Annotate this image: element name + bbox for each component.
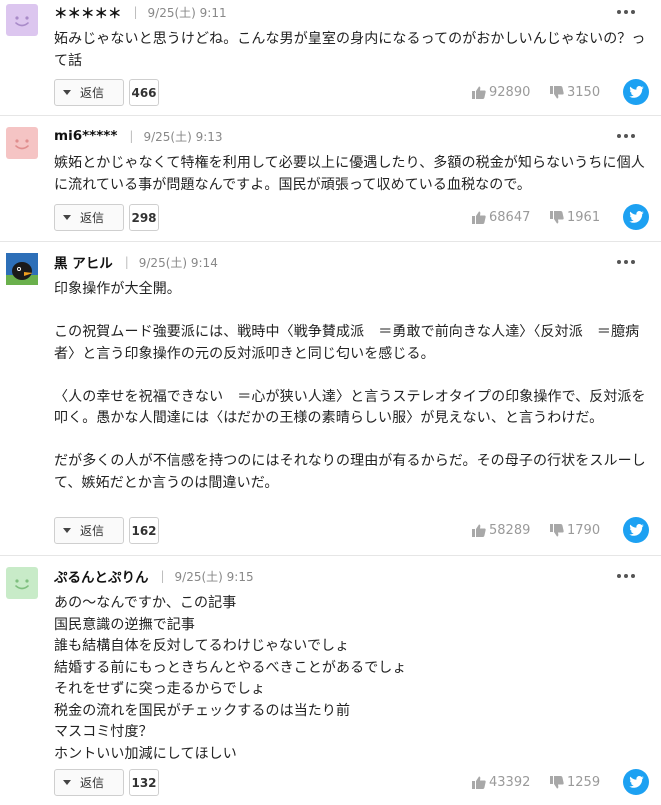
separator: | <box>133 5 138 19</box>
thumbs-up-icon <box>472 211 486 224</box>
reply-label: 返信 <box>80 211 105 225</box>
reply-count[interactable]: 162 <box>129 517 159 544</box>
dislike-button[interactable]: 1259 <box>550 772 600 792</box>
like-button[interactable]: 68647 <box>472 207 530 227</box>
twitter-icon <box>628 524 644 536</box>
reply-button[interactable]: 返信 <box>54 204 124 231</box>
like-button[interactable]: 58289 <box>472 520 530 540</box>
timestamp: 9/25(土) 9:11 <box>147 5 227 20</box>
comment-actions: 返信 132 43392 1259 <box>54 769 651 796</box>
timestamp: 9/25(土) 9:13 <box>143 129 223 144</box>
dislike-count: 1790 <box>567 522 601 538</box>
thumbs-up-icon <box>472 776 486 789</box>
like-button[interactable]: 92890 <box>472 82 530 102</box>
twitter-share-button[interactable] <box>623 204 649 230</box>
avatar[interactable] <box>6 567 38 599</box>
dislike-count: 1259 <box>567 774 601 790</box>
reply-count[interactable]: 298 <box>129 204 159 231</box>
username[interactable]: mi6***** <box>54 128 117 144</box>
thumbs-up-icon <box>472 86 486 99</box>
comment-header: ＊＊＊＊＊ | 9/25(土) 9:11 <box>54 2 227 22</box>
more-options-icon[interactable] <box>612 566 640 586</box>
comment-body: 印象操作が大全開。 この祝賀ムード強要派には、戦時中〈戦争賛成派 ＝勇敢で前向き… <box>54 281 646 491</box>
timestamp: 9/25(土) 9:15 <box>174 569 254 584</box>
reply-button[interactable]: 返信 <box>54 517 124 544</box>
avatar[interactable] <box>6 127 38 159</box>
thumbs-down-icon <box>550 523 564 536</box>
reply-triangle-icon <box>63 215 71 220</box>
like-button[interactable]: 43392 <box>472 772 530 792</box>
smile-face-icon <box>15 139 29 150</box>
dislike-count: 1961 <box>567 209 601 225</box>
separator: | <box>160 569 165 583</box>
reply-triangle-icon <box>63 780 71 785</box>
black-duck-icon <box>6 253 38 285</box>
thumbs-down-icon <box>550 775 564 788</box>
twitter-share-button[interactable] <box>623 79 649 105</box>
reply-button[interactable]: 返信 <box>54 79 124 106</box>
username[interactable]: 黒 アヒル <box>54 252 113 272</box>
avatar[interactable] <box>6 4 38 36</box>
like-count: 92890 <box>489 84 531 100</box>
twitter-share-button[interactable] <box>623 769 649 795</box>
more-options-icon[interactable] <box>612 252 640 272</box>
dislike-button[interactable]: 1790 <box>550 520 600 540</box>
twitter-icon <box>628 211 644 223</box>
comment-header: mi6***** | 9/25(土) 9:13 <box>54 126 223 146</box>
dislike-count: 3150 <box>567 84 601 100</box>
thumbs-up-icon <box>472 524 486 537</box>
thumbs-down-icon <box>550 210 564 223</box>
comment-header: ぷるんとぷりん | 9/25(土) 9:15 <box>54 566 254 586</box>
separator: | <box>129 129 134 143</box>
like-count: 43392 <box>489 774 531 790</box>
comment-item: ＊＊＊＊＊ | 9/25(土) 9:11 妬みじゃないと思うけどね。こんな男が皇… <box>0 0 661 116</box>
smile-face-icon <box>15 16 29 27</box>
reply-triangle-icon <box>63 90 71 95</box>
twitter-share-button[interactable] <box>623 517 649 543</box>
like-count: 68647 <box>489 209 531 225</box>
twitter-icon <box>628 776 644 788</box>
reply-count[interactable]: 132 <box>129 769 159 796</box>
username[interactable]: ＊＊＊＊＊ <box>54 2 122 22</box>
comment-actions: 返信 162 58289 1790 <box>54 517 651 544</box>
reply-label: 返信 <box>80 776 105 790</box>
comment-header: 黒 アヒル | 9/25(土) 9:14 <box>54 252 218 272</box>
comment-item: ぷるんとぷりん | 9/25(土) 9:15 あの～なんですか、この記事 国民意… <box>0 557 661 805</box>
dislike-button[interactable]: 1961 <box>550 207 600 227</box>
thumbs-down-icon <box>550 85 564 98</box>
reply-triangle-icon <box>63 528 71 533</box>
reply-count[interactable]: 466 <box>129 79 159 106</box>
more-options-icon[interactable] <box>612 126 640 146</box>
reply-button[interactable]: 返信 <box>54 769 124 796</box>
twitter-icon <box>628 86 644 98</box>
comment-actions: 返信 298 68647 1961 <box>54 204 651 231</box>
comment-body: 妬みじゃないと思うけどね。こんな男が皇室の身内になるってのがおかしいんじゃないの… <box>54 31 646 69</box>
comment-item: 黒 アヒル | 9/25(土) 9:14 印象操作が大全開。 この祝賀ムード強要… <box>0 243 661 556</box>
timestamp: 9/25(土) 9:14 <box>138 255 218 270</box>
comment-body: 嫉妬とかじゃなくて特権を利用して必要以上に優遇したり、多額の税金が知らないうちに… <box>54 155 645 193</box>
smile-face-icon <box>15 579 29 590</box>
dislike-button[interactable]: 3150 <box>550 82 600 102</box>
separator: | <box>124 255 129 269</box>
comment-item: mi6***** | 9/25(土) 9:13 嫉妬とかじゃなくて特権を利用して… <box>0 117 661 242</box>
reply-label: 返信 <box>80 524 105 538</box>
more-options-icon[interactable] <box>612 2 640 22</box>
reply-label: 返信 <box>80 86 105 100</box>
avatar[interactable] <box>6 253 38 285</box>
comment-body: あの～なんですか、この記事 国民意識の逆撫で記事 誰も結構自体を反対してるわけじ… <box>54 595 407 762</box>
username[interactable]: ぷるんとぷりん <box>54 566 149 586</box>
like-count: 58289 <box>489 522 531 538</box>
comment-actions: 返信 466 92890 3150 <box>54 79 651 106</box>
